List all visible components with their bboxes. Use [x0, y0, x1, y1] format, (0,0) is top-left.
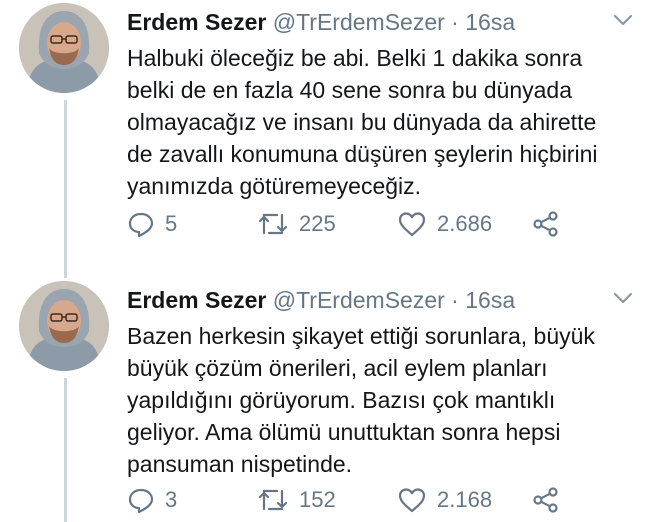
- like-count: 2.686: [437, 211, 493, 236]
- author-name[interactable]: Erdem Sezer: [127, 9, 266, 35]
- like-button[interactable]: 2.686: [397, 210, 492, 238]
- timestamp[interactable]: 16sa: [465, 9, 515, 35]
- tweet-text-line: geliyor. Ama ölümü unuttuktan sonra heps…: [127, 419, 561, 445]
- share-button[interactable]: [531, 210, 561, 238]
- like-button[interactable]: 2.168: [397, 486, 492, 514]
- separator-dot: ·: [451, 9, 459, 35]
- author-handle[interactable]: @TrErdemSezer: [273, 9, 445, 35]
- share-icon: [533, 211, 558, 237]
- tweet-text-line: pansuman nispetinde.: [127, 451, 353, 477]
- reply-button[interactable]: 5: [127, 210, 177, 238]
- avatar[interactable]: [19, 3, 109, 93]
- avatar-image: [19, 3, 109, 93]
- share-button[interactable]: [531, 486, 561, 514]
- separator-dot: ·: [451, 287, 459, 313]
- share-icon: [533, 487, 558, 513]
- reply-icon: [128, 488, 154, 514]
- chevron-down-icon[interactable]: [612, 12, 634, 28]
- tweet-header: Erdem Sezer @TrErdemSezer · 16sa: [127, 286, 515, 314]
- tweet-text-line: olmayacağız ve insanı bu dünyada da ahir…: [127, 109, 597, 135]
- tweet-text: Bazen herkesin şikayet ettiği sorunlara,…: [127, 320, 637, 480]
- tweet-text-line: Halbuki öleceğiz be abi. Belki 1 dakika …: [127, 45, 583, 71]
- reply-count: 5: [165, 211, 178, 236]
- retweet-button[interactable]: 152: [257, 486, 336, 514]
- tweet-text-line: büyük çözüm önerileri, acil eylem planla…: [127, 355, 548, 381]
- tweet-text-line: Bazen herkesin şikayet ettiği sorunlara,…: [127, 323, 595, 349]
- tweet-actions: 5 225 2.686: [127, 210, 607, 240]
- tweet[interactable]: Erdem Sezer @TrErdemSezer · 16sa Bazen h…: [0, 278, 650, 522]
- retweet-icon: [258, 213, 288, 235]
- reply-icon: [128, 212, 154, 238]
- avatar-image: [19, 281, 109, 371]
- reply-count: 3: [165, 487, 178, 512]
- tweet[interactable]: Erdem Sezer @TrErdemSezer · 16sa Halbuki…: [0, 0, 650, 270]
- tweet-actions: 3 152 2.168: [127, 486, 607, 516]
- chevron-down-icon[interactable]: [612, 290, 634, 306]
- timestamp[interactable]: 16sa: [465, 287, 515, 313]
- tweet-text-line: belki de en fazla 40 sene sonra bu dünya…: [127, 77, 572, 103]
- tweet-text-line: yapıldığını görüyorum. Bazısı çok mantık…: [127, 387, 556, 413]
- retweet-icon: [258, 489, 288, 511]
- tweet-text: Halbuki öleceğiz be abi. Belki 1 dakika …: [127, 42, 637, 202]
- author-name[interactable]: Erdem Sezer: [127, 287, 266, 313]
- like-icon: [398, 212, 426, 237]
- tweet-text-line: yanımızda götüremeyeceğiz.: [127, 173, 422, 199]
- avatar[interactable]: [19, 281, 109, 371]
- tweet-text-line: de zavallı konumuna düşüren şeylerin hiç…: [127, 141, 598, 167]
- like-icon: [398, 488, 426, 513]
- retweet-button[interactable]: 225: [257, 210, 336, 238]
- reply-button[interactable]: 3: [127, 486, 177, 514]
- retweet-count: 225: [299, 211, 336, 236]
- retweet-count: 152: [299, 487, 336, 512]
- tweet-header: Erdem Sezer @TrErdemSezer · 16sa: [127, 8, 515, 36]
- like-count: 2.168: [437, 487, 493, 512]
- author-handle[interactable]: @TrErdemSezer: [273, 287, 445, 313]
